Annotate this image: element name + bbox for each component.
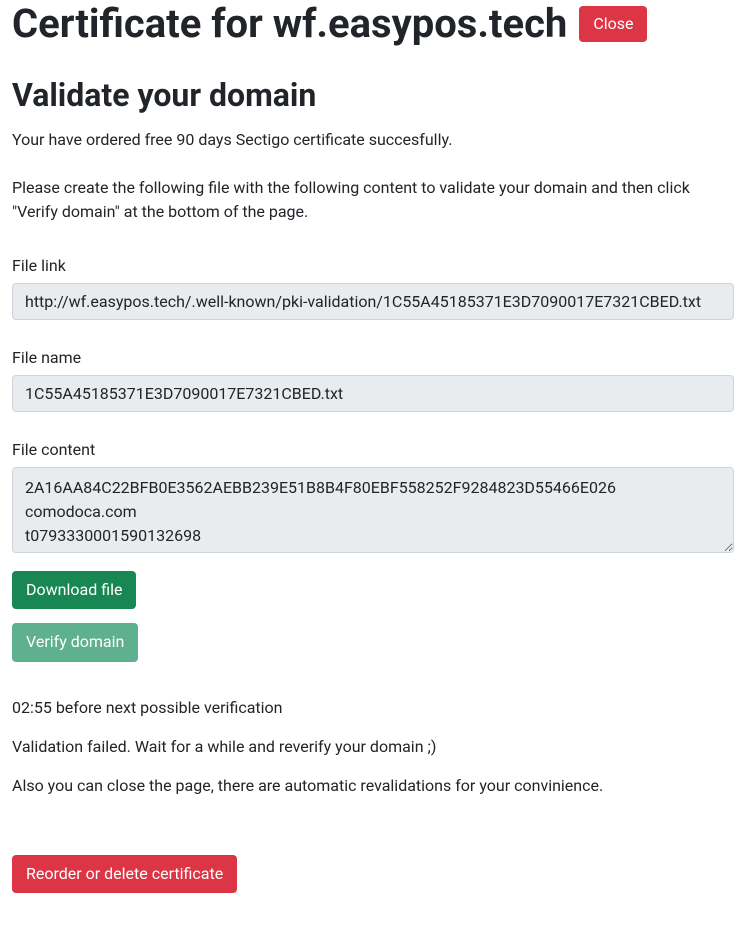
verify-domain-button[interactable]: Verify domain bbox=[12, 623, 138, 661]
download-file-button[interactable]: Download file bbox=[12, 571, 136, 609]
file-name-input[interactable] bbox=[12, 375, 734, 412]
section-title: Validate your domain bbox=[12, 76, 734, 114]
page-title: Certificate for wf.easypos.tech bbox=[12, 0, 567, 48]
file-name-label: File name bbox=[12, 348, 734, 367]
auto-revalidation-info: Also you can close the page, there are a… bbox=[12, 776, 734, 795]
file-content-textarea[interactable] bbox=[12, 467, 734, 553]
instruction-text: Please create the following file with th… bbox=[12, 176, 734, 224]
file-content-label: File content bbox=[12, 440, 734, 459]
page-header: Certificate for wf.easypos.tech Close bbox=[12, 0, 734, 48]
file-link-label: File link bbox=[12, 256, 734, 275]
validation-status: Validation failed. Wait for a while and … bbox=[12, 737, 734, 756]
reorder-delete-button[interactable]: Reorder or delete certificate bbox=[12, 855, 237, 893]
file-link-input[interactable] bbox=[12, 283, 734, 320]
close-button[interactable]: Close bbox=[579, 6, 647, 42]
verification-timer: 02:55 before next possible verification bbox=[12, 698, 734, 717]
intro-text: Your have ordered free 90 days Sectigo c… bbox=[12, 128, 734, 152]
